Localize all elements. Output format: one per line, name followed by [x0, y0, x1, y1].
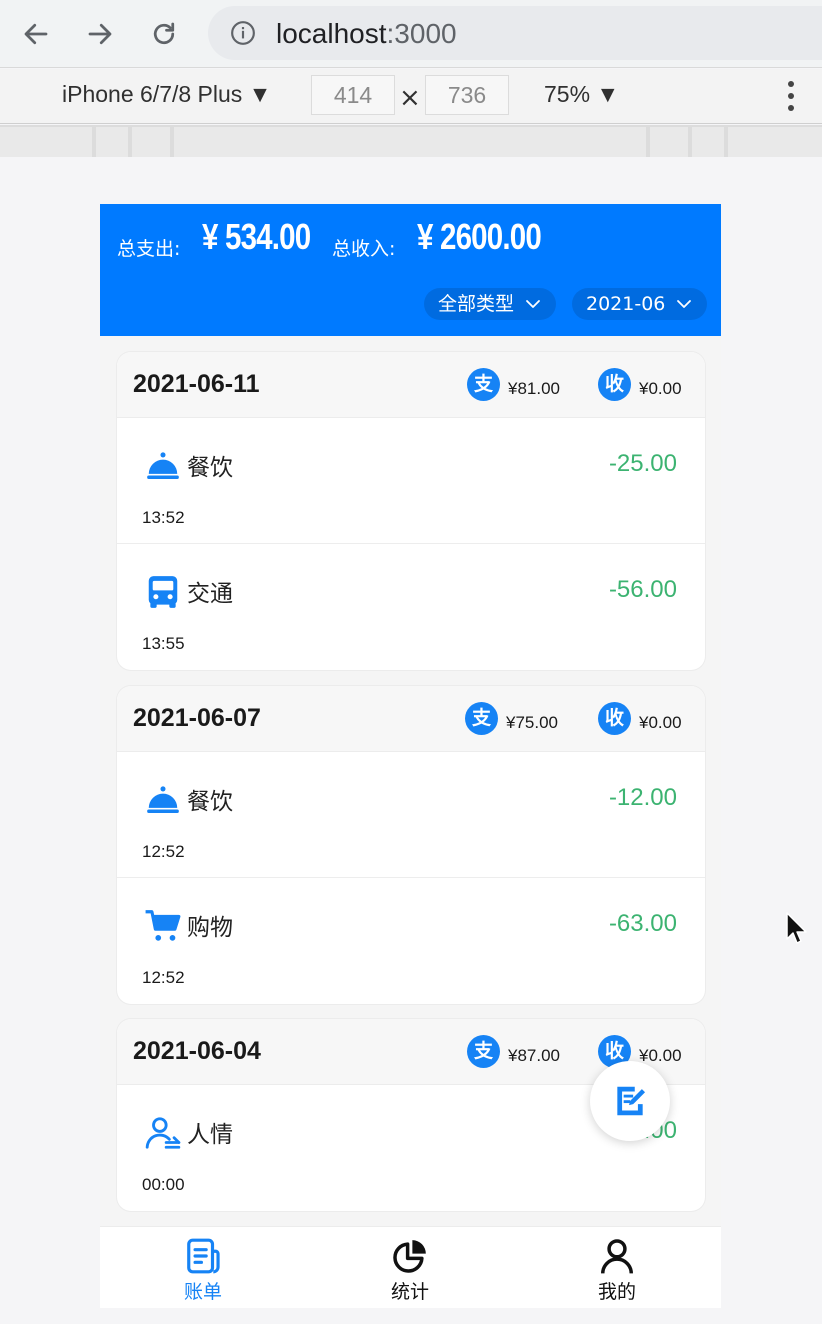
expense-total-value: ¥ 534.00: [202, 216, 311, 257]
item-time: 13:55: [142, 634, 185, 653]
day-expense: ¥81.00: [508, 379, 560, 398]
item-time: 13:52: [142, 508, 185, 527]
item-category: 购物: [187, 915, 233, 941]
mouse-cursor-icon: [786, 912, 807, 944]
zoom-select[interactable]: 75% ▼: [544, 81, 619, 108]
item-time: 12:52: [142, 842, 185, 861]
day-income: ¥0.00: [639, 1046, 682, 1065]
edit-note-icon: [617, 1086, 646, 1116]
day-expense: ¥87.00: [508, 1046, 560, 1065]
bottom-tab-bar: 账单 统计 我的: [100, 1226, 721, 1308]
bill-item[interactable]: 餐饮 -12.00 12:52: [117, 752, 705, 878]
pie-chart-icon: [393, 1240, 426, 1273]
ruler-segment: [96, 127, 128, 157]
type-filter-label: 全部类型: [438, 293, 515, 315]
chevron-down-icon: [677, 300, 692, 308]
day-card-header: 2021-06-07 支 ¥75.00 收 ¥0.00: [117, 686, 705, 752]
day-card: 2021-06-11 支 ¥81.00 收 ¥0.00 餐饮 -25.00 13…: [117, 352, 705, 670]
item-amount: -63.00: [608, 910, 677, 937]
chevron-down-icon: [526, 300, 540, 308]
arrow-left-icon: [24, 23, 48, 45]
tab-bills-label: 账单: [183, 1281, 222, 1303]
expense-badge: 支: [465, 702, 498, 735]
month-filter-label: 2021-06: [586, 293, 666, 315]
tab-stats-label: 统计: [390, 1281, 429, 1303]
day-expense: ¥75.00: [506, 713, 558, 732]
more-options-icon[interactable]: [784, 79, 798, 113]
ruler-segment: [174, 127, 646, 157]
bill-item[interactable]: 餐饮 -25.00 13:52: [117, 418, 705, 544]
info-icon[interactable]: [230, 20, 256, 46]
ruler-segment: [650, 127, 688, 157]
day-income: ¥0.00: [639, 713, 682, 732]
income-badge: 收: [598, 702, 631, 735]
back-button[interactable]: [16, 14, 56, 54]
income-total-label: 总收入:: [332, 238, 396, 260]
address-bar[interactable]: localhost:3000: [208, 6, 822, 60]
tab-bills[interactable]: 账单: [143, 1237, 263, 1304]
device-select[interactable]: iPhone 6/7/8 Plus ▼: [62, 81, 271, 108]
ruler-segment: [692, 127, 724, 157]
bill-icon: [187, 1238, 220, 1274]
income-total-value: ¥ 2600.00: [417, 216, 542, 257]
person-gift-icon: [145, 1117, 181, 1149]
dimension-separator: ×: [399, 83, 421, 113]
item-category: 人情: [187, 1122, 233, 1148]
summary-header: 总支出: ¥ 534.00 总收入: ¥ 2600.00 全部类型 2021-0…: [100, 204, 721, 336]
browser-toolbar: localhost:3000: [0, 0, 822, 68]
bill-item[interactable]: 购物 -63.00 12:52: [117, 878, 705, 1004]
item-category: 餐饮: [187, 455, 233, 481]
viewport-height-input[interactable]: 736: [425, 75, 509, 115]
food-cover-icon: [147, 452, 179, 479]
tab-stats[interactable]: 统计: [350, 1237, 470, 1304]
ruler-segment: [132, 127, 170, 157]
reload-button[interactable]: [144, 14, 184, 54]
bill-item[interactable]: 交通 -56.00 13:55: [117, 544, 705, 670]
day-date: 2021-06-04: [133, 1037, 261, 1065]
type-filter-button[interactable]: 全部类型: [424, 288, 557, 320]
expense-total-label: 总支出:: [117, 238, 181, 260]
url-host: localhost: [276, 18, 387, 49]
bus-icon: [148, 576, 178, 608]
tab-mine-label: 我的: [597, 1281, 636, 1303]
day-date: 2021-06-11: [133, 370, 260, 398]
day-card-header: 2021-06-11 支 ¥81.00 收 ¥0.00: [117, 352, 705, 418]
viewport-width-input[interactable]: 414: [311, 75, 395, 115]
item-time: 12:52: [142, 968, 185, 987]
user-icon: [601, 1239, 633, 1274]
item-amount: -25.00: [608, 450, 677, 477]
media-query-ruler: [0, 125, 822, 157]
item-category: 交通: [187, 581, 233, 607]
day-date: 2021-06-07: [133, 704, 261, 732]
url-port: :3000: [386, 18, 457, 49]
item-time: 00:00: [142, 1175, 185, 1194]
ruler-segment: [728, 127, 822, 157]
ruler-segment: [0, 127, 92, 157]
item-amount: -56.00: [608, 576, 677, 603]
income-badge: 收: [598, 368, 631, 401]
cart-icon: [145, 910, 181, 941]
item-amount: -12.00: [608, 784, 677, 811]
tab-mine[interactable]: 我的: [557, 1237, 677, 1304]
day-income: ¥0.00: [639, 379, 682, 398]
arrow-right-icon: [88, 23, 112, 45]
food-cover-icon: [147, 786, 179, 813]
item-category: 餐饮: [187, 789, 233, 815]
expense-badge: 支: [467, 368, 500, 401]
device-toolbar: iPhone 6/7/8 Plus ▼ 414 × 736 75% ▼: [0, 69, 822, 124]
day-card: 2021-06-07 支 ¥75.00 收 ¥0.00 餐饮 -12.00 12…: [117, 686, 705, 1004]
expense-badge: 支: [467, 1035, 500, 1068]
url-text[interactable]: localhost:3000: [276, 18, 457, 50]
forward-button[interactable]: [80, 14, 120, 54]
mobile-viewport: 总支出: ¥ 534.00 总收入: ¥ 2600.00 全部类型 2021-0…: [100, 204, 721, 1308]
add-bill-button[interactable]: [590, 1061, 670, 1141]
reload-icon: [153, 22, 175, 45]
month-filter-button[interactable]: 2021-06: [572, 288, 708, 320]
